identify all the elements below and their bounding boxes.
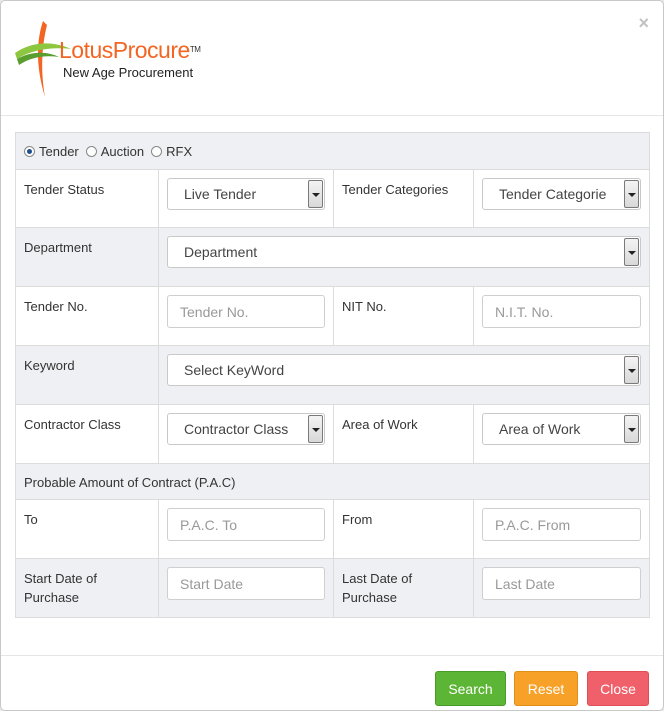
keyword-value: Select KeyWord (184, 362, 285, 378)
chevron-down-icon (308, 180, 323, 208)
nit-no-label: NIT No. (342, 299, 387, 314)
tender-status-value: Live Tender (184, 186, 257, 202)
start-date-input[interactable]: Start Date (167, 567, 325, 600)
search-button[interactable]: Search (435, 671, 506, 706)
department-value: Department (184, 244, 258, 260)
tender-search-form: Tender Auction RFX Tender Status Live Te… (15, 132, 650, 618)
radio-rfx[interactable] (151, 145, 163, 157)
area-of-work-select[interactable]: Area of Work (482, 413, 641, 445)
last-date-label: Last Date of Purchase (342, 571, 413, 605)
tender-type-group: Tender Auction RFX (16, 133, 649, 169)
trademark: TM (189, 45, 201, 54)
chevron-down-icon (624, 356, 639, 384)
radio-auction[interactable] (85, 145, 97, 157)
chevron-down-icon (624, 415, 639, 443)
modal-header: LotusProcureTM New Age Procurement (1, 1, 663, 116)
contractor-class-select[interactable]: Contractor Class (167, 413, 325, 445)
start-date-label: Start Date of Purchase (24, 571, 97, 605)
close-button[interactable]: Close (587, 671, 649, 706)
chevron-down-icon (308, 415, 323, 443)
area-of-work-value: Area of Work (499, 421, 581, 437)
brand-tagline: New Age Procurement (63, 65, 194, 80)
department-select[interactable]: Department (167, 236, 641, 268)
contractor-class-value: Contractor Class (184, 421, 289, 437)
radio-tender-label: Tender (39, 143, 79, 159)
tender-no-input[interactable]: Tender No. (167, 295, 325, 328)
last-date-input[interactable]: Last Date (482, 567, 641, 600)
tender-no-label: Tender No. (24, 299, 88, 314)
keyword-select[interactable]: Select KeyWord (167, 354, 641, 386)
pac-to-input[interactable]: P.A.C. To (167, 508, 325, 541)
tender-categories-value: Tender Categorie (499, 186, 607, 202)
pac-from-label: From (342, 512, 373, 527)
pac-to-label: To (24, 512, 38, 527)
tender-status-select[interactable]: Live Tender (167, 178, 325, 210)
tender-categories-select[interactable]: Tender Categorie (482, 178, 641, 210)
contractor-class-label: Contractor Class (24, 417, 121, 432)
lotusprocure-logo: LotusProcureTM New Age Procurement (13, 19, 213, 99)
radio-auction-label: Auction (100, 143, 145, 159)
chevron-down-icon (624, 238, 639, 266)
tender-status-label: Tender Status (24, 182, 105, 197)
keyword-label: Keyword (24, 358, 75, 373)
radio-tender[interactable] (24, 145, 35, 157)
area-of-work-label: Area of Work (342, 417, 418, 432)
tender-categories-label: Tender Categories (342, 182, 449, 197)
modal-footer: Search Reset Close (1, 655, 663, 711)
pac-from-input[interactable]: P.A.C. From (482, 508, 641, 541)
reset-button[interactable]: Reset (514, 671, 578, 706)
pac-section-heading: Probable Amount of Contract (P.A.C) (24, 475, 236, 490)
nit-no-input[interactable]: N.I.T. No. (482, 295, 641, 328)
chevron-down-icon (624, 180, 639, 208)
department-label: Department (24, 240, 92, 255)
search-modal: × LotusProcureTM New Age Procurement Ten… (0, 0, 664, 711)
radio-rfx-label: RFX (166, 143, 193, 159)
brand-name: LotusProcureTM (59, 37, 201, 63)
